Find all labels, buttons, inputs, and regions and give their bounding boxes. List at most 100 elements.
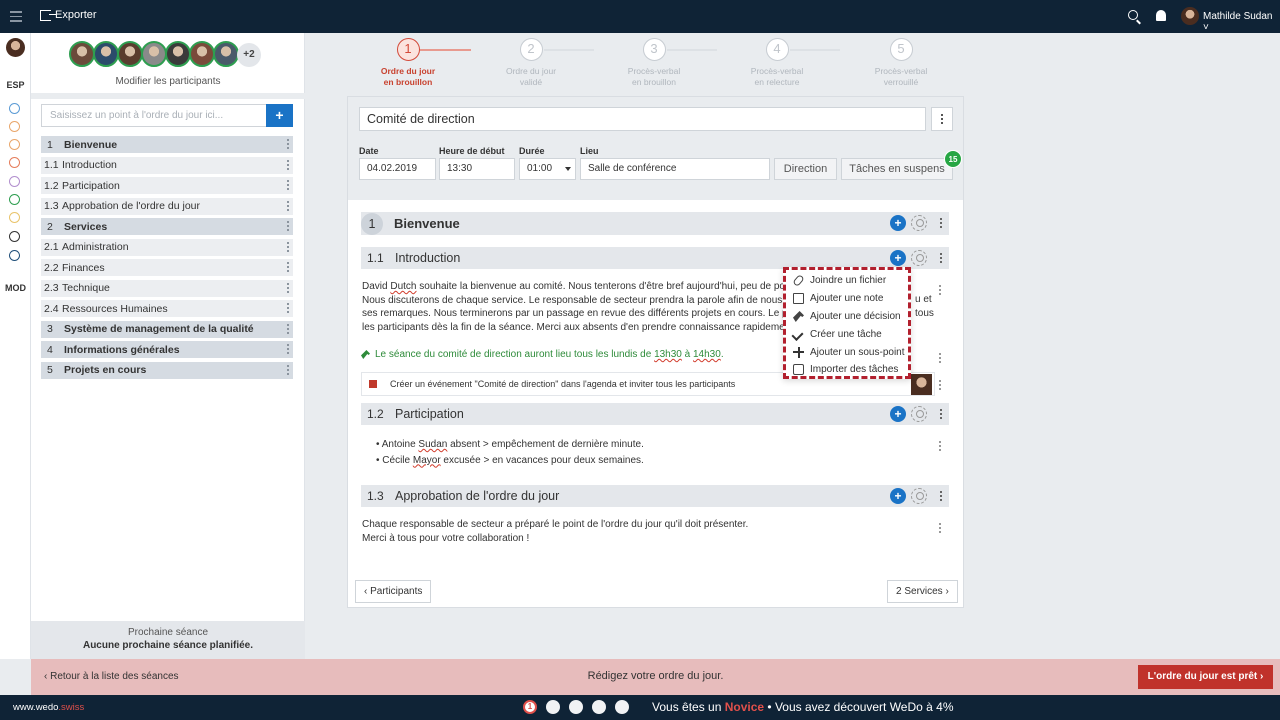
kebab-icon[interactable] (939, 380, 941, 390)
kebab-icon[interactable] (287, 303, 289, 313)
participant-avatar[interactable] (93, 41, 119, 67)
edit-participants-link[interactable]: Modifier les participants (31, 76, 305, 87)
assign-person-icon[interactable] (911, 406, 927, 422)
menu-icon[interactable] (10, 11, 22, 25)
add-icon[interactable]: + (890, 215, 906, 231)
kebab-icon[interactable] (287, 200, 289, 211)
agenda-item[interactable]: 4 Informations générales (41, 341, 293, 358)
agenda-item[interactable]: 2 Services (41, 218, 293, 235)
participant-avatar[interactable] (117, 41, 143, 67)
workspace-dot[interactable] (9, 231, 20, 242)
search-icon[interactable] (1128, 10, 1138, 20)
kebab-icon[interactable] (939, 285, 941, 295)
kebab-icon[interactable] (940, 253, 942, 263)
assign-person-icon[interactable] (911, 488, 927, 504)
kebab-icon[interactable] (287, 241, 289, 252)
duration-select[interactable]: 01:00 (519, 158, 576, 180)
section-1-1-header[interactable]: 1.1 Introduction + (361, 247, 949, 269)
kebab-icon[interactable] (940, 409, 942, 419)
introduction-text[interactable]: David Dutch souhaite la bienvenue au com… (362, 280, 801, 334)
previous-section-button[interactable]: ‹ Participants (355, 580, 432, 603)
menu-item-plus[interactable]: Ajouter un sous-point (793, 343, 908, 361)
level-dot[interactable] (546, 700, 560, 714)
menu-item-import[interactable]: Importer des tâches (793, 361, 908, 379)
level-dot[interactable] (569, 700, 583, 714)
add-icon[interactable]: + (890, 488, 906, 504)
participation-text[interactable]: • Antoine Sudan absent > empêchement de … (376, 437, 644, 468)
level-dot[interactable] (615, 700, 629, 714)
menu-item-gavel[interactable]: Ajouter une décision (793, 308, 908, 326)
section-1-header[interactable]: 1 Bienvenue + (361, 212, 949, 235)
start-time-field[interactable]: 13:30 (439, 158, 515, 180)
kebab-icon[interactable] (287, 282, 289, 293)
menu-item-clip[interactable]: Joindre un fichier (792, 272, 908, 290)
user-avatar[interactable] (1181, 7, 1199, 25)
workspace-dot[interactable] (9, 250, 20, 261)
kebab-icon[interactable] (287, 323, 289, 334)
step-5[interactable]: 5 Procès-verbal verrouillé (841, 38, 961, 88)
add-agenda-item-button[interactable]: + (266, 104, 293, 127)
participant-avatar[interactable] (69, 41, 95, 67)
agenda-item[interactable]: 2.4 Ressources Humaines (41, 300, 293, 317)
section-1-3-header[interactable]: 1.3 Approbation de l'ordre du jour + (361, 485, 949, 507)
agenda-item[interactable]: 1.1 Introduction (41, 156, 293, 174)
workspace-dot[interactable] (9, 139, 20, 150)
agenda-item[interactable]: 1 Bienvenue (41, 136, 293, 153)
assign-person-icon[interactable] (911, 215, 927, 231)
meeting-title-input[interactable]: Comité de direction (359, 107, 926, 131)
agenda-item[interactable]: 1.2 Participation (41, 177, 293, 194)
agenda-item[interactable]: 3 Système de management de la qualité (41, 320, 293, 338)
participant-avatar[interactable] (165, 41, 191, 67)
kebab-icon[interactable] (939, 441, 941, 451)
add-icon[interactable]: + (890, 250, 906, 266)
task-assignee-avatar[interactable] (911, 374, 932, 395)
kebab-icon[interactable] (287, 139, 289, 149)
back-to-meetings-link[interactable]: ‹ Retour à la liste des séances (44, 671, 179, 682)
kebab-icon[interactable] (287, 364, 289, 375)
bell-icon[interactable] (1156, 10, 1166, 21)
menu-item-note[interactable]: Ajouter une note (793, 290, 908, 308)
workspace-dot[interactable] (9, 194, 20, 205)
approbation-text[interactable]: Chaque responsable de secteur a préparé … (362, 518, 862, 545)
kebab-icon[interactable] (287, 344, 289, 354)
export-button[interactable]: Exporter (40, 9, 97, 21)
pending-tasks-button[interactable]: Tâches en suspens (841, 158, 953, 180)
direction-button[interactable]: Direction (774, 158, 837, 180)
kebab-icon[interactable] (287, 180, 289, 190)
agenda-item-input[interactable] (41, 104, 267, 127)
kebab-icon[interactable] (287, 262, 289, 272)
user-menu[interactable]: Mathilde Sudan ˅ (1203, 11, 1280, 33)
kebab-icon[interactable] (287, 221, 289, 231)
level-dot[interactable] (592, 700, 606, 714)
kebab-icon[interactable] (940, 491, 942, 501)
agenda-item[interactable]: 2.2 Finances (41, 259, 293, 276)
workspace-dot[interactable] (9, 103, 20, 114)
agenda-item[interactable]: 1.3 Approbation de l'ordre du jour (41, 197, 293, 215)
participant-avatar[interactable] (141, 41, 167, 67)
workspace-dot[interactable] (9, 121, 20, 132)
assign-person-icon[interactable] (911, 250, 927, 266)
more-participants-badge[interactable]: +2 (237, 43, 261, 67)
menu-item-check[interactable]: Créer une tâche (793, 325, 908, 343)
kebab-icon[interactable] (287, 159, 289, 170)
decision-item[interactable]: Le séance du comité de direction auront … (361, 349, 724, 360)
participant-avatar[interactable] (189, 41, 215, 67)
step-1[interactable]: 1 Ordre du jour en brouillon (348, 38, 468, 88)
meeting-options-kebab-icon[interactable] (931, 107, 953, 131)
step-3[interactable]: 3 Procès-verbal en brouillon (594, 38, 714, 88)
step-4[interactable]: 4 Procès-verbal en relecture (717, 38, 837, 88)
section-1-2-header[interactable]: 1.2 Participation + (361, 403, 949, 425)
place-field[interactable]: Salle de conférence (580, 158, 770, 180)
brand-logo[interactable]: www.wedo.swiss (13, 702, 84, 713)
agenda-ready-button[interactable]: L'ordre du jour est prêt › (1138, 665, 1273, 689)
workspace-dot[interactable] (9, 176, 20, 187)
date-field[interactable]: 04.02.2019 (359, 158, 436, 180)
step-2[interactable]: 2 Ordre du jour validé (471, 38, 591, 88)
next-section-button[interactable]: 2 Services › (887, 580, 958, 603)
rail-avatar[interactable] (6, 38, 25, 57)
kebab-icon[interactable] (940, 218, 942, 228)
level-dot-current[interactable]: 1 (523, 700, 537, 714)
kebab-icon[interactable] (939, 523, 941, 533)
task-status-icon[interactable] (369, 380, 377, 388)
agenda-item[interactable]: 2.3 Technique (41, 279, 293, 297)
